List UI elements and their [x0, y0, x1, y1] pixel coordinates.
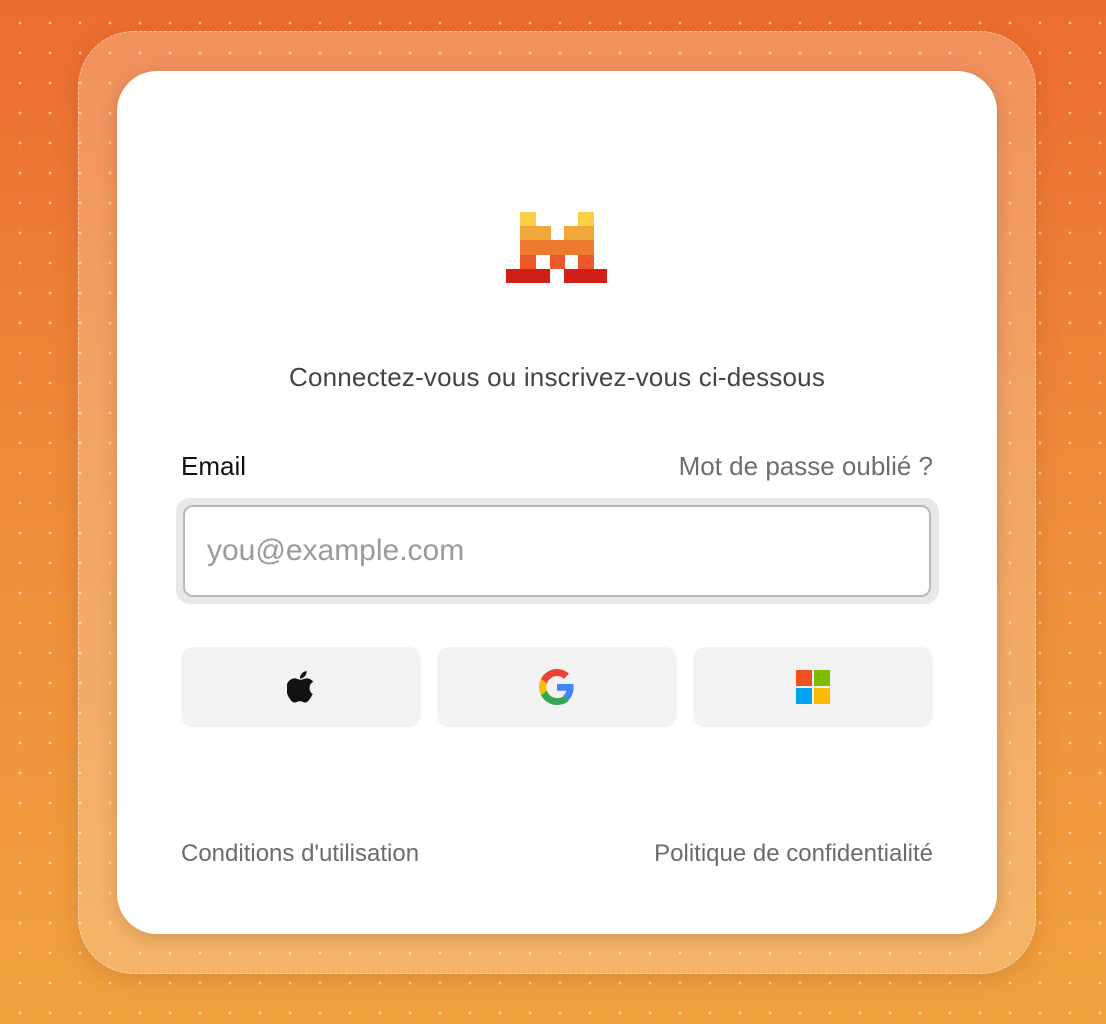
login-subtitle: Connectez-vous ou inscrivez-vous ci-dess… [288, 362, 826, 392]
brand-logo [506, 212, 607, 283]
apple-signin-button[interactable] [181, 647, 421, 727]
terms-link[interactable]: Conditions d'utilisation [181, 840, 419, 868]
forgot-password-link[interactable]: Mot de passe oublié ? [679, 451, 933, 482]
privacy-link[interactable]: Politique de confidentialité [654, 840, 933, 868]
google-icon [539, 669, 574, 705]
microsoft-signin-button[interactable] [693, 647, 933, 727]
google-signin-button[interactable] [437, 647, 677, 727]
apple-icon [287, 671, 314, 703]
microsoft-icon [796, 670, 830, 704]
email-label: Email [181, 451, 247, 481]
email-input[interactable] [183, 505, 931, 597]
